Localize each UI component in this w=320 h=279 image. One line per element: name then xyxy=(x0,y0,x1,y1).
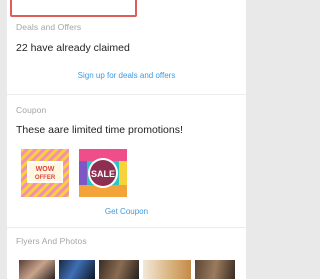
highlight-box xyxy=(10,0,137,17)
coupon-heading: Coupon xyxy=(16,105,47,115)
photo-thumbnail[interactable] xyxy=(59,260,95,279)
photo-thumbnail[interactable] xyxy=(19,260,55,279)
coupon-description: These aare limited time promotions! xyxy=(16,124,183,136)
coupon-wow-offer[interactable]: WOW OFFER xyxy=(21,149,69,197)
signup-deals-link[interactable]: Sign up for deals and offers xyxy=(7,71,246,80)
offer-text: OFFER xyxy=(35,175,56,181)
section-divider xyxy=(7,227,246,228)
wow-offer-coupon-image: WOW OFFER xyxy=(21,149,69,197)
coupon-sale[interactable]: SALE xyxy=(79,149,127,197)
photo-thumbnail[interactable] xyxy=(143,260,191,279)
photos-heading: Flyers And Photos xyxy=(16,236,87,246)
claimed-count-text: 22 have already claimed xyxy=(16,42,130,54)
deals-heading: Deals and Offers xyxy=(16,22,82,32)
sale-coupon-image: SALE xyxy=(79,149,127,197)
section-divider xyxy=(7,94,246,95)
photo-thumbnail[interactable] xyxy=(99,260,139,279)
wow-text: WOW xyxy=(36,166,55,173)
photo-thumbnail[interactable] xyxy=(195,260,235,279)
sale-text: SALE xyxy=(91,169,115,179)
deals-panel: Deals and Offers 22 have already claimed… xyxy=(7,0,246,279)
get-coupon-link[interactable]: Get Coupon xyxy=(7,207,246,216)
